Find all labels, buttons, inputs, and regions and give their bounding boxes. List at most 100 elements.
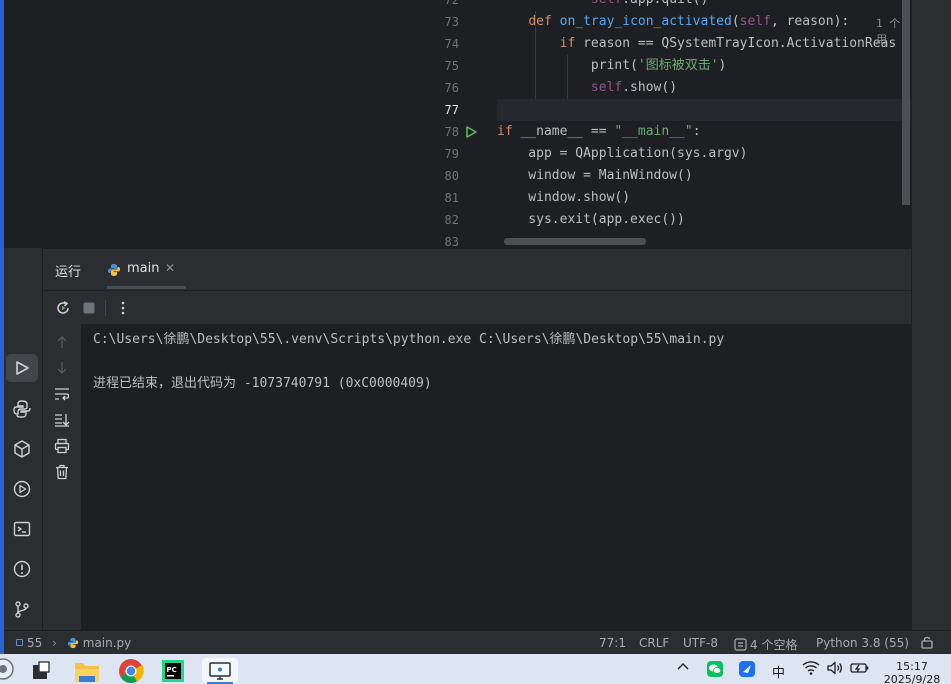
volume-icon[interactable] [826, 660, 844, 679]
code-token: ) [718, 58, 727, 73]
python-console-button[interactable] [6, 395, 38, 423]
arrow-down-icon [57, 362, 67, 374]
run-toolwindow-button[interactable] [6, 354, 38, 382]
tray-overflow-icon[interactable] [676, 660, 690, 677]
caret-position[interactable]: 77:1 [599, 636, 626, 650]
code-token: .app.quit() [622, 0, 708, 7]
print-button[interactable] [52, 436, 72, 456]
right-edge-divider [911, 0, 912, 630]
system-clock[interactable]: 15:17 2025/9/28 [880, 660, 944, 684]
horizontal-scrollbar[interactable] [504, 238, 646, 245]
ime-indicator[interactable]: 中 [772, 662, 785, 681]
line-number: 79 [444, 147, 459, 161]
stop-button[interactable] [79, 298, 99, 318]
start-button[interactable] [0, 658, 22, 684]
breadcrumb-project[interactable]: 55 [27, 636, 42, 650]
run-panel-title[interactable]: 运行 [55, 261, 81, 280]
task-view-button[interactable] [30, 658, 60, 684]
console-exit-message: 进程已结束，退出代码为 -1073740791 (0xC0000409) [93, 376, 432, 391]
close-icon[interactable]: ✕ [165, 261, 175, 275]
scroll-to-end-icon [55, 414, 70, 427]
soft-wrap-button[interactable] [52, 384, 72, 404]
code-token: self [590, 80, 623, 95]
code-line[interactable]: window = MainWindow() [497, 165, 693, 187]
clock-date: 2025/9/28 [883, 673, 941, 684]
tab-main-label: main [127, 261, 160, 276]
task-view-icon [33, 661, 50, 679]
wifi-icon[interactable] [802, 660, 820, 679]
code-token: .show() [622, 80, 678, 95]
tool-window-bar [4, 248, 42, 630]
indent-setting[interactable]: 4 个空格 [734, 636, 797, 653]
terminal-icon [13, 521, 31, 537]
chevron-right-icon: › [52, 636, 57, 650]
breadcrumb-file[interactable]: main.py [83, 636, 132, 650]
remote-desktop-button[interactable] [202, 658, 238, 684]
toolbar-divider [105, 300, 106, 316]
interpreter-selector[interactable]: Python 3.8 (55) [816, 636, 909, 650]
code-line[interactable]: def on_tray_icon_activated(self, reason)… [497, 11, 865, 33]
wechat-icon[interactable] [706, 660, 724, 681]
code-line[interactable]: window.show() [497, 187, 630, 209]
scroll-to-end-button[interactable] [52, 410, 72, 430]
line-number: 76 [444, 81, 459, 95]
chrome-button[interactable] [118, 658, 148, 684]
code-line[interactable]: if __name__ == "__main__": [497, 121, 701, 143]
code-line[interactable]: if reason == QSystemTrayIcon.ActivationR… [497, 33, 897, 55]
code-line[interactable]: sys.exit(app.exec()) [497, 209, 685, 231]
line-number: 73 [444, 15, 459, 29]
start-icon [0, 658, 14, 680]
rerun-button[interactable] [53, 298, 73, 318]
python-console-icon [13, 400, 31, 418]
stop-icon [83, 302, 95, 314]
scroll-down-button[interactable] [52, 358, 72, 378]
code-token: print [590, 58, 631, 73]
problems-button[interactable] [6, 555, 38, 583]
code-token: window = MainWindow() [497, 168, 693, 183]
line-number: 82 [444, 213, 459, 227]
breadcrumb: 55 › main.py [16, 636, 131, 652]
indent-label: 4 个空格 [750, 638, 798, 652]
scroll-up-button[interactable] [52, 332, 72, 352]
services-button[interactable] [6, 475, 38, 503]
more-options-button[interactable] [113, 298, 133, 318]
arrow-up-icon [57, 336, 67, 348]
console-output[interactable]: C:\Users\徐鹏\Desktop\55\.venv\Scripts\pyt… [81, 324, 911, 631]
vertical-scrollbar[interactable] [902, 0, 910, 205]
code-line[interactable]: app = QApplication(sys.argv) [497, 143, 747, 165]
code-token: ( [630, 58, 638, 73]
terminal-button[interactable] [6, 515, 38, 543]
version-control-button[interactable] [6, 595, 38, 623]
pycharm-button[interactable]: PC [160, 658, 190, 684]
svg-text:PC: PC [167, 666, 177, 674]
console-side-toolbar [43, 324, 81, 631]
line-ending[interactable]: CRLF [639, 636, 669, 650]
run-tool-window: 运行 main ✕ C:\Users\徐鹏\Desktop\55\.venv\S… [43, 248, 911, 631]
file-explorer-button[interactable] [74, 658, 104, 684]
code-editor[interactable]: self.app.quit() def on_tray_icon_activat… [497, 0, 911, 248]
python-file-icon [67, 637, 79, 652]
python-packages-button[interactable] [6, 435, 38, 463]
windows-taskbar: PC 中 15:17 2025/9/28 [0, 654, 951, 684]
lock-icon[interactable] [920, 635, 934, 652]
line-number: 74 [444, 37, 459, 51]
file-encoding[interactable]: UTF-8 [683, 636, 718, 650]
run-gutter-icon[interactable] [464, 124, 478, 138]
feishu-icon[interactable] [738, 660, 756, 681]
tab-main[interactable]: main ✕ [103, 255, 186, 289]
code-token: , reason): [770, 14, 865, 29]
clear-all-button[interactable] [52, 462, 72, 482]
code-token: reason == QSystemTrayIcon.ActivationReas [583, 36, 897, 51]
code-line[interactable]: self.show() [497, 77, 677, 99]
code-line[interactable]: self.app.quit() [497, 0, 708, 11]
code-token: "__main__" [614, 124, 693, 139]
code-token: on_tray_icon_activated [559, 14, 732, 29]
line-number: 75 [444, 59, 459, 73]
project-icon [16, 639, 23, 646]
code-line[interactable]: print('图标被双击') [497, 55, 726, 77]
battery-icon[interactable] [850, 660, 870, 679]
